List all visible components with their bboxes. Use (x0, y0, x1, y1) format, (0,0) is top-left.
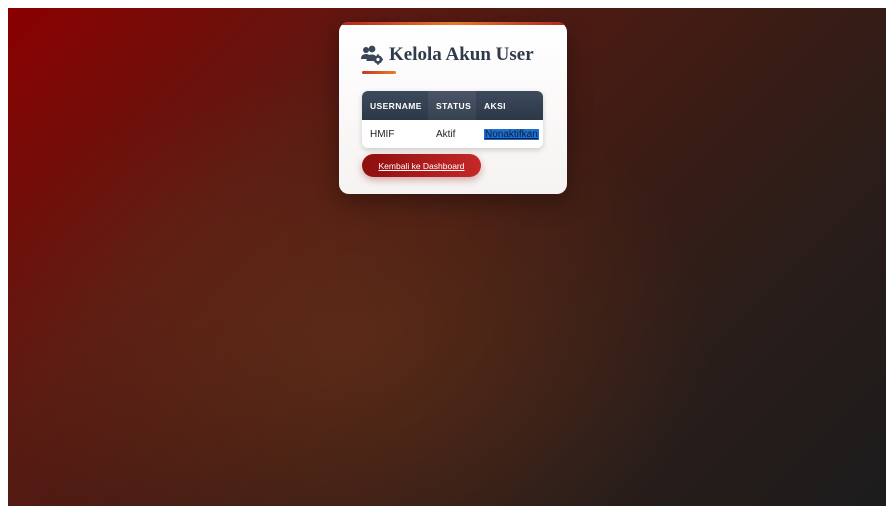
user-table: USERNAME STATUS AKSI HMIF Aktif Nonaktif… (362, 91, 543, 148)
deactivate-link[interactable]: Nonaktifkan (484, 128, 539, 140)
title-row: Kelola Akun User (361, 44, 534, 66)
table-row: HMIF Aktif Nonaktifkan (362, 120, 543, 148)
column-header-action: AKSI (476, 91, 543, 120)
page-title: Kelola Akun User (389, 44, 534, 65)
column-header-status: STATUS (428, 91, 476, 120)
card-accent-bar (339, 22, 567, 25)
cell-username: HMIF (370, 128, 395, 140)
column-header-username: USERNAME (362, 91, 428, 120)
page-background: Kelola Akun User USERNAME STATUS AKSI HM… (8, 8, 886, 506)
cell-action: Nonaktifkan (476, 120, 543, 148)
back-to-dashboard-button[interactable]: Kembali ke Dashboard (362, 154, 481, 177)
user-table-container: USERNAME STATUS AKSI HMIF Aktif Nonaktif… (362, 91, 543, 148)
users-gear-icon (361, 45, 383, 65)
cell-status: Aktif (436, 128, 456, 140)
account-card: Kelola Akun User USERNAME STATUS AKSI HM… (339, 22, 567, 194)
table-header-row: USERNAME STATUS AKSI (362, 91, 543, 120)
title-underline (362, 71, 396, 74)
